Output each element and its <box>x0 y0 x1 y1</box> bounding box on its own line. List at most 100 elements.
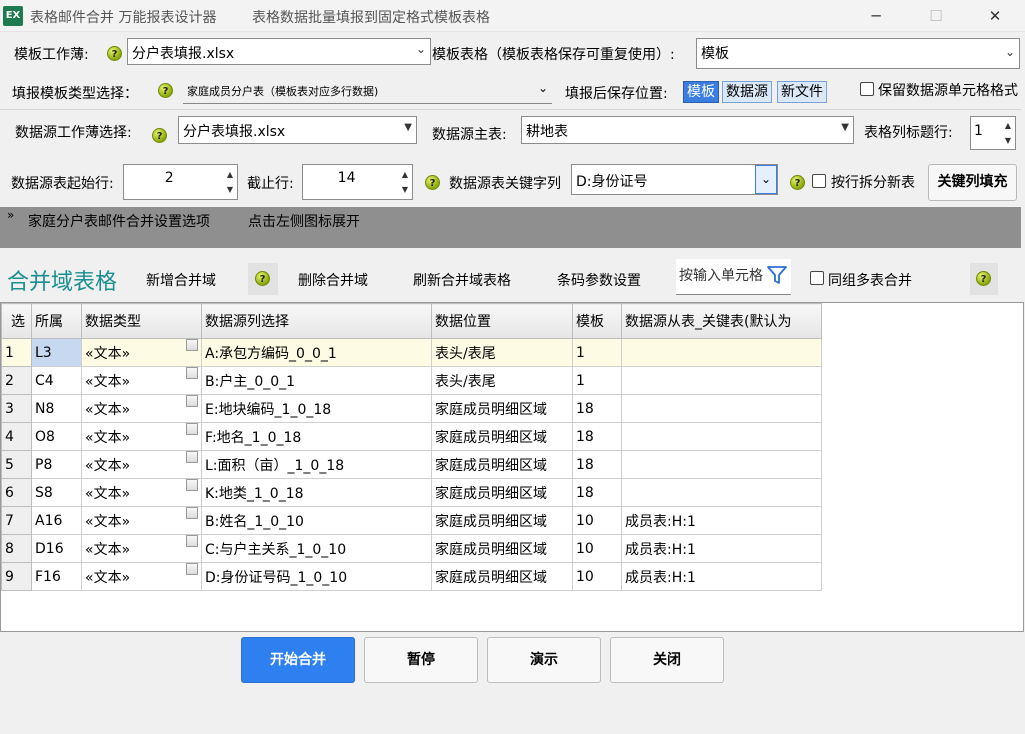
table-row[interactable]: 4 O8 «文本» F:地名_1_0_18 家庭成员明细区域 18 <box>1 422 822 451</box>
table-row[interactable]: 6 S8 «文本» K:地类_1_0_18 家庭成员明细区域 18 <box>1 478 822 507</box>
table-cell[interactable]: 家庭成员明细区域 <box>431 422 573 451</box>
chevron-down-icon[interactable]: ⌄ <box>755 165 777 194</box>
spin-up-icon[interactable]: ▲ <box>227 170 233 179</box>
table-cell[interactable]: 家庭成员明细区域 <box>431 450 573 479</box>
table-row[interactable]: 7 A16 «文本» B:姓名_1_0_10 家庭成员明细区域 10 成员表:H:1 <box>1 506 822 535</box>
filter-icon[interactable] <box>766 264 788 286</box>
table-cell[interactable]: «文本» <box>81 394 202 423</box>
table-cell[interactable]: «文本» <box>81 338 202 367</box>
table-cell[interactable]: 家庭成员明细区域 <box>431 478 573 507</box>
table-cell[interactable]: 家庭成员明细区域 <box>431 534 573 563</box>
table-cell[interactable]: B:姓名_1_0_10 <box>201 506 432 535</box>
add-merge-button[interactable]: 新增合并域 <box>146 270 216 290</box>
table-cell[interactable]: K:地类_1_0_18 <box>201 478 432 507</box>
table-row[interactable]: 5 P8 «文本» L:面积（亩）_1_0_18 家庭成员明细区域 18 <box>1 450 822 479</box>
table-cell[interactable]: 18 <box>572 422 622 451</box>
table-cell[interactable]: 10 <box>572 562 622 591</box>
dropdown-button-icon[interactable] <box>186 563 198 575</box>
demo-button[interactable]: 演示 <box>487 637 601 683</box>
table-cell[interactable]: «文本» <box>81 506 202 535</box>
spin-up-icon[interactable]: ▲ <box>1005 121 1011 130</box>
table-cell[interactable]: D:身份证号码_1_0_10 <box>201 562 432 591</box>
table-cell[interactable]: 18 <box>572 478 622 507</box>
row-number[interactable]: 7 <box>1 506 32 535</box>
table-cell[interactable]: 18 <box>572 450 622 479</box>
start-merge-button[interactable]: 开始合并 <box>241 637 355 683</box>
table-cell[interactable]: 成员表:H:1 <box>621 534 822 563</box>
header-row-spinner[interactable]: 1 ▲ ▼ <box>970 116 1016 150</box>
source-workbook-combo[interactable]: 分户表填报.xlsx ▼ <box>178 116 417 144</box>
table-cell[interactable]: C:与户主关系_1_0_10 <box>201 534 432 563</box>
keep-format-checkbox[interactable] <box>860 82 874 96</box>
help-icon[interactable]: ? <box>976 271 991 286</box>
table-cell[interactable]: A16 <box>31 506 82 535</box>
table-cell[interactable]: F16 <box>31 562 82 591</box>
save-option-template[interactable]: 模板 <box>683 81 719 103</box>
column-header[interactable]: 数据位置 <box>431 303 573 339</box>
table-cell[interactable]: E:地块编码_1_0_18 <box>201 394 432 423</box>
table-cell[interactable]: L3 <box>31 338 82 367</box>
spin-down-icon[interactable]: ▼ <box>402 185 408 194</box>
spin-up-icon[interactable]: ▲ <box>402 170 408 179</box>
column-header[interactable]: 选 <box>1 303 32 339</box>
minimize-icon[interactable]: ─ <box>853 0 899 32</box>
help-icon[interactable]: ? <box>158 83 173 98</box>
table-cell[interactable]: S8 <box>31 478 82 507</box>
table-cell[interactable]: 家庭成员明细区域 <box>431 394 573 423</box>
dropdown-button-icon[interactable] <box>186 507 198 519</box>
table-cell[interactable] <box>621 338 822 367</box>
dropdown-button-icon[interactable] <box>186 451 198 463</box>
maximize-icon[interactable]: ☐ <box>913 0 959 32</box>
table-cell[interactable] <box>621 422 822 451</box>
table-cell[interactable]: P8 <box>31 450 82 479</box>
column-header[interactable]: 所属 <box>31 303 82 339</box>
help-icon-box[interactable]: ? <box>970 263 998 295</box>
table-cell[interactable]: A:承包方编码_0_0_1 <box>201 338 432 367</box>
table-cell[interactable]: «文本» <box>81 450 202 479</box>
save-option-newfile[interactable]: 新文件 <box>777 81 827 103</box>
table-cell[interactable]: «文本» <box>81 562 202 591</box>
table-cell[interactable]: «文本» <box>81 366 202 395</box>
table-cell[interactable]: F:地名_1_0_18 <box>201 422 432 451</box>
refresh-merge-button[interactable]: 刷新合并域表格 <box>413 270 511 290</box>
table-cell[interactable]: 10 <box>572 534 622 563</box>
source-main-combo[interactable]: 耕地表 ▼ <box>521 116 854 144</box>
start-row-spinner[interactable]: 2 ▲ ▼ <box>123 164 238 200</box>
help-icon[interactable]: ? <box>255 271 270 286</box>
table-cell[interactable]: 成员表:H:1 <box>621 562 822 591</box>
close-icon[interactable]: ✕ <box>972 0 1018 32</box>
dropdown-button-icon[interactable] <box>186 479 198 491</box>
dropdown-button-icon[interactable] <box>186 339 198 351</box>
table-cell[interactable]: 表头/表尾 <box>431 338 573 367</box>
key-fill-button[interactable]: 关键列填充 <box>928 164 1017 201</box>
pause-button[interactable]: 暂停 <box>364 637 478 683</box>
help-icon[interactable]: ? <box>425 175 440 190</box>
table-cell[interactable]: 家庭成员明细区域 <box>431 562 573 591</box>
table-cell[interactable]: D16 <box>31 534 82 563</box>
table-cell[interactable]: 表头/表尾 <box>431 366 573 395</box>
table-cell[interactable]: 1 <box>572 338 622 367</box>
merge-field-grid[interactable]: 选所属 数据类型 数据源列选择 数据位置 模板 数据源从表_关键表(默认为 1 L3 «文本»… <box>0 302 1024 632</box>
table-cell[interactable]: 成员表:H:1 <box>621 506 822 535</box>
table-row[interactable]: 1 L3 «文本» A:承包方编码_0_0_1 表头/表尾 1 <box>1 338 822 367</box>
table-cell[interactable]: 家庭成员明细区域 <box>431 506 573 535</box>
table-cell[interactable]: C4 <box>31 366 82 395</box>
table-cell[interactable]: 18 <box>572 394 622 423</box>
search-input[interactable]: 按输入单元格 <box>676 259 791 295</box>
spin-down-icon[interactable]: ▼ <box>1005 136 1011 145</box>
row-number[interactable]: 9 <box>1 562 32 591</box>
column-header[interactable]: 数据源列选择 <box>201 303 432 339</box>
dropdown-button-icon[interactable] <box>186 395 198 407</box>
table-cell[interactable]: B:户主_0_0_1 <box>201 366 432 395</box>
table-cell[interactable] <box>621 366 822 395</box>
group-merge-checkbox[interactable] <box>810 271 824 285</box>
table-cell[interactable] <box>621 394 822 423</box>
help-icon[interactable]: ? <box>152 128 167 143</box>
table-cell[interactable]: N8 <box>31 394 82 423</box>
close-button[interactable]: 关闭 <box>610 637 724 683</box>
row-number[interactable]: 4 <box>1 422 32 451</box>
column-header[interactable]: 模板 <box>572 303 622 339</box>
table-row[interactable]: 9 F16 «文本» D:身份证号码_1_0_10 家庭成员明细区域 10 成员表:H:1 <box>1 562 822 591</box>
table-row[interactable]: 2 C4 «文本» B:户主_0_0_1 表头/表尾 1 <box>1 366 822 395</box>
fill-type-combo[interactable]: 家庭成员分户表（模板表对应多行数据) ⌄ <box>183 77 552 104</box>
